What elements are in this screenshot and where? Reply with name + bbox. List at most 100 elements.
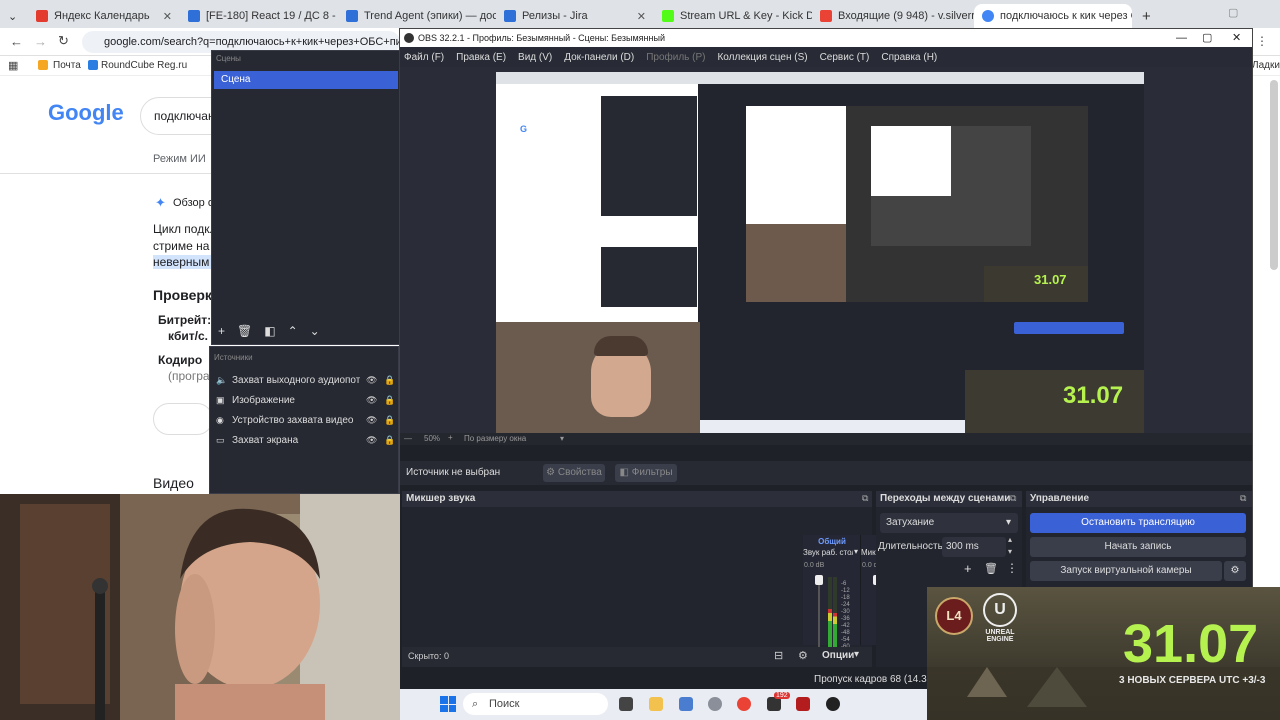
more-icon[interactable]: ⋮ [1006, 561, 1018, 575]
filter-icon[interactable]: ◧ [264, 324, 275, 338]
minimize-icon[interactable]: — [1176, 29, 1187, 47]
trash-icon[interactable]: 🗑 [984, 562, 998, 575]
task-view-icon[interactable] [619, 697, 633, 711]
stop-stream-button[interactable]: Остановить трансляцию [1030, 513, 1246, 533]
tab-list-button[interactable]: ⌄ [0, 4, 28, 28]
scene-item[interactable]: Сцена [214, 71, 398, 89]
ai-mode-tab[interactable]: Режим ИИ [153, 153, 206, 165]
preview-area[interactable]: G 31.07 31.07 — 50% + По размеру окна ▾ [400, 67, 1252, 445]
lock-icon[interactable]: 🔒 [384, 415, 395, 426]
google-logo[interactable]: Google [48, 100, 124, 126]
zoom-in-icon[interactable]: + [448, 433, 453, 442]
forward-icon[interactable]: → [34, 34, 47, 49]
menu-view[interactable]: Вид (V) [518, 52, 552, 63]
options-button[interactable]: Опции [822, 650, 854, 661]
close-icon[interactable]: ✕ [163, 10, 172, 23]
bookmark-item[interactable]: Ладки [1252, 60, 1280, 71]
lock-icon[interactable]: 🔒 [384, 395, 395, 406]
sources-header: Источники [214, 353, 253, 362]
browser-tab[interactable]: [FE-180] React 19 / ДС 8 - Jira ✕ [180, 4, 338, 28]
spin-down-icon[interactable]: ▾ [1008, 547, 1012, 556]
arrow-down-icon[interactable]: ⌄ [310, 324, 320, 338]
browser-tab[interactable]: Яндекс Календарь ✕ [28, 4, 180, 28]
calculator-icon[interactable] [679, 697, 693, 711]
preview-canvas[interactable]: G 31.07 31.07 [496, 72, 1144, 437]
trash-icon[interactable]: 🗑 [237, 324, 252, 338]
browser-tab[interactable]: Trend Agent (эпики) — доска ✕ [338, 4, 496, 28]
browser-tab-active[interactable]: подключаюсь к кик через ОБС ✕ [974, 4, 1132, 28]
source-item[interactable]: ▣ Изображение 👁 🔒 [216, 391, 395, 409]
volume-slider-handle[interactable] [815, 575, 823, 585]
start-record-button[interactable]: Начать запись [1030, 537, 1246, 557]
browser-tab[interactable]: Релизы - Jira ✕ [496, 4, 654, 28]
eye-icon[interactable]: 👁 [366, 375, 377, 386]
add-icon[interactable]: + [964, 561, 972, 576]
source-item[interactable]: ▭ Захват экрана 👁 🔒 [216, 431, 395, 449]
eye-icon[interactable]: 👁 [366, 395, 377, 406]
taskbar-search[interactable]: ⌕ Поиск [463, 693, 608, 715]
webcam-feed [0, 494, 400, 720]
browser-tab[interactable]: Входящие (9 948) - v.silverrang ✕ [812, 4, 974, 28]
chevron-down-icon[interactable]: ▾ [854, 649, 859, 660]
google-icon [982, 10, 994, 22]
file-explorer-icon[interactable] [649, 697, 663, 711]
obs-menu-bar: Файл (F) Правка (E) Вид (V) Док-панели (… [400, 47, 1252, 67]
spin-up-icon[interactable]: ▴ [1008, 535, 1012, 544]
menu-profile[interactable]: Профиль (P) [646, 52, 705, 63]
apps-icon[interactable]: ▦ [8, 59, 18, 72]
show-more-button[interactable] [153, 403, 213, 435]
filters-button[interactable]: ◧ Фильтры [615, 464, 677, 482]
dock-float-icon[interactable]: ⧉ [862, 493, 868, 504]
transition-select[interactable]: Затухание ▾ [880, 513, 1018, 533]
app-icon[interactable] [796, 697, 810, 711]
menu-edit[interactable]: Правка (E) [456, 52, 506, 63]
dock-float-icon[interactable]: ⧉ [1240, 493, 1246, 504]
close-icon[interactable]: ✕ [1232, 29, 1241, 47]
settings-icon[interactable] [708, 697, 722, 711]
lock-icon[interactable]: 🔒 [384, 435, 395, 446]
monitor-icon: ▭ [216, 435, 225, 445]
eye-icon[interactable]: 👁 [366, 415, 377, 426]
virtual-camera-settings[interactable]: ⚙ [1224, 561, 1246, 581]
chrome-icon[interactable] [737, 697, 751, 711]
source-item[interactable]: ◉ Устройство захвата видео 👁 🔒 [216, 411, 395, 429]
app-icon[interactable] [767, 697, 781, 711]
db-scale-tick: -30 [841, 609, 850, 615]
volume-slider-track[interactable] [818, 577, 820, 649]
maximize-icon[interactable]: ▢ [1202, 29, 1212, 47]
layout-icon[interactable]: ⊟ [774, 649, 783, 662]
chevron-down-icon[interactable]: ▾ [560, 434, 564, 443]
menu-tools[interactable]: Сервис (T) [820, 52, 870, 63]
close-icon[interactable]: ✕ [637, 10, 646, 23]
bookmark-item[interactable]: RoundCube Reg.ru [101, 60, 187, 71]
start-icon[interactable] [440, 696, 456, 712]
back-icon[interactable]: ← [10, 34, 23, 49]
new-tab-button[interactable]: + [1134, 4, 1158, 28]
bookmark-item[interactable]: Почта [53, 60, 81, 71]
zoom-mode-select[interactable]: По размеру окна [464, 434, 526, 443]
virtual-camera-button[interactable]: Запуск виртуальной камеры [1030, 561, 1222, 581]
menu-docks[interactable]: Док-панели (D) [564, 52, 634, 63]
image-icon: ▣ [216, 395, 225, 405]
reload-icon[interactable]: ↻ [58, 33, 69, 49]
dock-float-icon[interactable]: ⧉ [1010, 493, 1016, 504]
obs-icon[interactable] [826, 697, 840, 711]
settings-icon[interactable]: ⚙ [798, 649, 808, 662]
window-controls[interactable]: ▢ [1228, 6, 1238, 19]
eye-icon[interactable]: 👁 [366, 435, 377, 446]
menu-file[interactable]: Файл (F) [404, 52, 444, 63]
menu-scene-collection[interactable]: Коллекция сцен (S) [717, 52, 807, 63]
nested-overlay: 31.07 [965, 370, 1144, 437]
menu-help[interactable]: Справка (H) [881, 52, 937, 63]
properties-button[interactable]: ⚙ Свойства [543, 464, 605, 482]
add-icon[interactable]: + [218, 324, 225, 338]
lock-icon[interactable]: 🔒 [384, 375, 395, 386]
duration-input[interactable]: 300 ms [942, 537, 1006, 557]
arrow-up-icon[interactable]: ⌃ [288, 324, 298, 338]
source-item[interactable]: 🔈 Захват выходного аудиопотока 👁 🔒 [216, 371, 395, 389]
chevron-down-icon[interactable]: ▾ [854, 547, 858, 556]
zoom-out-icon[interactable]: — [404, 434, 412, 443]
scrollbar[interactable] [1270, 80, 1278, 270]
menu-icon[interactable]: ⋮ [1256, 34, 1268, 48]
browser-tab[interactable]: Stream URL & Key - Kick Dash ✕ [654, 4, 812, 28]
